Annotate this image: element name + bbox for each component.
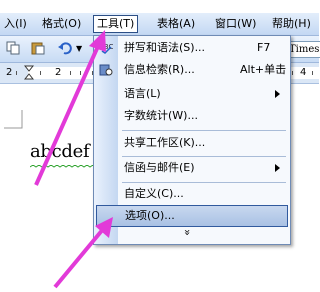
research-book-icon bbox=[99, 64, 113, 76]
menu-item-word-count[interactable]: 字数统计(W)... bbox=[94, 106, 290, 126]
menu-item-label: 选项(O)... bbox=[125, 209, 175, 222]
menu-insert[interactable]: 入(I) bbox=[4, 16, 27, 32]
menu-separator bbox=[122, 156, 286, 157]
margin-corner-marker bbox=[4, 110, 23, 129]
menu-item-label: 语言(L) bbox=[124, 87, 161, 100]
document-text[interactable]: abcdef bbox=[30, 141, 90, 162]
expand-menu-chevron-icon[interactable]: » bbox=[181, 229, 194, 236]
menu-tools[interactable]: 工具(T) bbox=[93, 15, 139, 33]
ruler-mark: 2 bbox=[55, 67, 62, 78]
menu-separator bbox=[122, 182, 286, 183]
font-name-box[interactable]: Times bbox=[286, 41, 320, 58]
ruler-mark: 4 bbox=[300, 67, 307, 78]
menu-item-label: 拼写和语法(S)... bbox=[124, 41, 206, 54]
menu-item-shortcut: Alt+单击 bbox=[240, 63, 287, 76]
paste-icon[interactable] bbox=[31, 41, 45, 55]
copy-icon[interactable] bbox=[6, 41, 20, 55]
undo-dropdown-icon[interactable]: ▼ bbox=[76, 44, 90, 58]
menu-item-label: 信函与邮件(E) bbox=[124, 161, 195, 174]
menu-table[interactable]: 表格(A) bbox=[157, 16, 195, 32]
menu-item-shared-workspace[interactable]: 共享工作区(K)... bbox=[94, 133, 290, 153]
menu-item-label: 自定义(C)... bbox=[124, 187, 184, 200]
menu-item-label: 字数统计(W)... bbox=[124, 109, 198, 122]
menu-format[interactable]: 格式(O) bbox=[42, 16, 81, 32]
spelling-squiggle bbox=[30, 165, 96, 168]
spelling-check-icon: ABC bbox=[99, 43, 113, 54]
submenu-arrow-icon bbox=[275, 90, 280, 98]
menu-item-shortcut: F7 bbox=[257, 41, 271, 54]
undo-icon[interactable] bbox=[58, 41, 72, 55]
menu-window[interactable]: 窗口(W) bbox=[215, 16, 256, 32]
menu-item-label: 共享工作区(K)... bbox=[124, 136, 206, 149]
submenu-arrow-icon bbox=[275, 164, 280, 172]
menu-item-label: 信息检索(R)... bbox=[124, 63, 195, 76]
menu-separator bbox=[122, 130, 286, 131]
menu-item-spelling[interactable]: ABC 拼写和语法(S)... F7 bbox=[94, 38, 290, 58]
indent-marker-icon[interactable] bbox=[24, 65, 34, 81]
menu-item-options[interactable]: 选项(O)... bbox=[96, 205, 288, 227]
ruler-mark: 2 bbox=[6, 67, 13, 78]
menu-bar: 入(I) 格式(O) 工具(T) 表格(A) 窗口(W) 帮助(H) bbox=[0, 13, 319, 36]
menu-help[interactable]: 帮助(H) bbox=[272, 16, 311, 32]
menu-item-language[interactable]: 语言(L) bbox=[94, 84, 290, 104]
menu-item-customize[interactable]: 自定义(C)... bbox=[94, 184, 290, 204]
menu-item-research[interactable]: 信息检索(R)... Alt+单击 bbox=[94, 60, 290, 80]
tools-menu: ABC 拼写和语法(S)... F7 信息检索(R)... Alt+单击 语言(… bbox=[93, 35, 291, 245]
menu-item-letters-mailings[interactable]: 信函与邮件(E) bbox=[94, 158, 290, 178]
